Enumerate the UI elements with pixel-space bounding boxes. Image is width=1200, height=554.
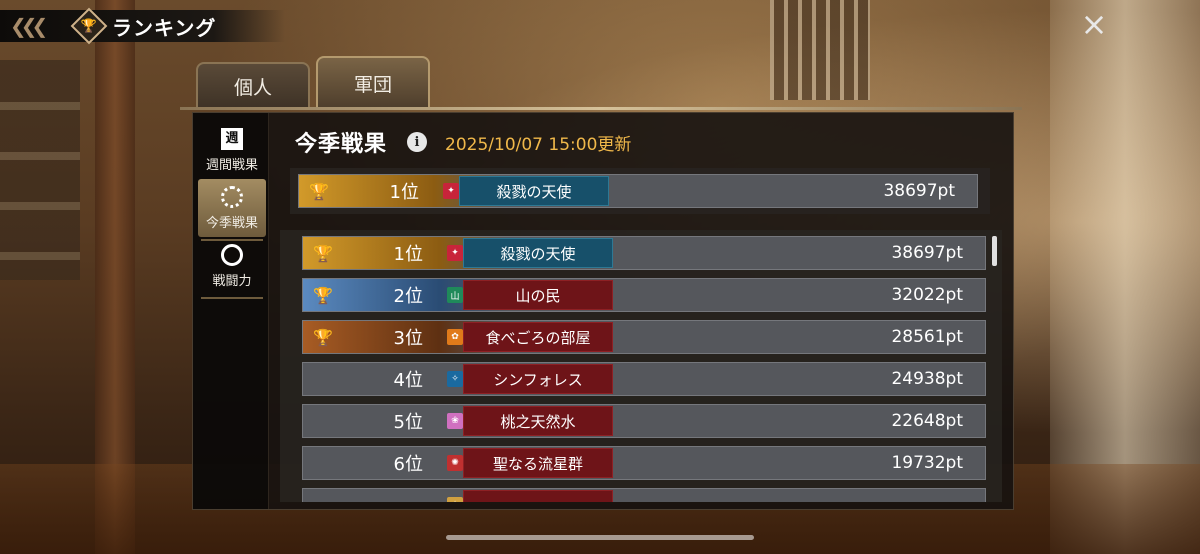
table-row[interactable]: 🏆 2位 山 山の民 32022pt: [302, 278, 986, 312]
score: 19732pt: [891, 453, 963, 473]
update-timestamp: 2025/10/07 15:00更新: [445, 134, 632, 155]
bronze-trophy-icon: 🏆: [313, 327, 333, 347]
table-row[interactable]: 5位 ❀ 桃之天然水 22648pt: [302, 404, 986, 438]
rank-label: 2位: [393, 286, 423, 307]
table-row[interactable]: 4位 ✧ シンフォレス 24938pt: [302, 362, 986, 396]
nav-item-weekly[interactable]: 週 週間戦果: [198, 121, 266, 179]
nav-item-label: 戦闘力: [212, 273, 252, 289]
tab-corps[interactable]: 軍団: [316, 56, 430, 108]
season-header: 今季戦果 i 2025/10/07 15:00更新: [295, 125, 631, 159]
guild-flag-icon: ✦: [443, 183, 459, 199]
guild-flag-icon: ✦: [447, 497, 463, 502]
nav-divider: [201, 297, 263, 299]
my-rank-container: 🏆 1位 ✦ 殺戮の天使 38697pt: [290, 168, 990, 214]
my-rank-row[interactable]: 🏆 1位 ✦ 殺戮の天使 38697pt: [298, 174, 978, 208]
silver-trophy-icon: 🏆: [313, 285, 333, 305]
close-button[interactable]: ×: [1078, 8, 1110, 40]
score: 22648pt: [891, 411, 963, 431]
table-row[interactable]: 🏆 1位 ✦ 殺戮の天使 38697pt: [302, 236, 986, 270]
guild-flag-icon: ✦: [447, 245, 463, 261]
score: 28561pt: [891, 327, 963, 347]
rank-label: 6位: [393, 454, 423, 475]
nav-item-season[interactable]: 今季戦果: [198, 179, 266, 237]
table-row-partial[interactable]: ✦: [302, 488, 986, 502]
guild-flag-icon: ✺: [447, 455, 463, 471]
score: 32022pt: [891, 285, 963, 305]
ring-icon: [221, 243, 243, 266]
gold-trophy-icon: 🏆: [309, 181, 329, 201]
rank-label: 4位: [393, 370, 423, 391]
side-nav: 週 週間戦果 今季戦果 戦闘力: [193, 113, 269, 509]
info-icon[interactable]: i: [407, 132, 428, 152]
table-row[interactable]: 6位 ✺ 聖なる流星群 19732pt: [302, 446, 986, 480]
score: 38697pt: [891, 243, 963, 263]
rank-label: 1位: [393, 244, 423, 265]
nav-item-label: 週間戦果: [205, 157, 258, 173]
tab-individual[interactable]: 個人: [196, 62, 310, 108]
season-title: 今季戦果: [295, 132, 388, 157]
tab-divider: [180, 107, 1022, 110]
guild-flag-icon: 山: [447, 287, 463, 303]
guild-name: 山の民: [463, 280, 613, 310]
guild-name: [463, 490, 613, 502]
nav-item-label: 今季戦果: [205, 215, 258, 231]
score: 24938pt: [891, 369, 963, 389]
trophy-icon: 🏆: [70, 7, 108, 45]
rank-label: 3位: [393, 328, 423, 349]
rank-label: 1位: [389, 182, 419, 203]
dots-circle-icon: [221, 185, 243, 208]
guild-name: 殺戮の天使: [463, 238, 613, 268]
guild-name: 殺戮の天使: [459, 176, 609, 206]
page-title: ランキング: [112, 15, 217, 40]
home-indicator[interactable]: [446, 535, 754, 540]
gold-trophy-icon: 🏆: [313, 243, 333, 263]
guild-flag-icon: ✧: [447, 371, 463, 387]
guild-name: シンフォレス: [463, 364, 613, 394]
guild-name: 聖なる流星群: [463, 448, 613, 478]
week-icon: 週: [221, 127, 243, 150]
guild-flag-icon: ✿: [447, 329, 463, 345]
score: 38697pt: [883, 181, 955, 201]
scrollbar[interactable]: [992, 236, 997, 266]
ranking-list[interactable]: 🏆 1位 ✦ 殺戮の天使 38697pt 🏆 2位 山 山の民 32022pt …: [280, 230, 1002, 502]
table-row[interactable]: 🏆 3位 ✿ 食べごろの部屋 28561pt: [302, 320, 986, 354]
rank-label: 5位: [393, 412, 423, 433]
background-shelf: [0, 60, 80, 280]
nav-item-power[interactable]: 戦闘力: [198, 237, 266, 295]
title-decoration: ❮❮❮: [10, 14, 48, 38]
title-bar: ❮❮❮ 🏆 ランキング: [0, 7, 285, 45]
guild-name: 桃之天然水: [463, 406, 613, 436]
guild-name: 食べごろの部屋: [463, 322, 613, 352]
guild-flag-icon: ❀: [447, 413, 463, 429]
background-window: [770, 0, 870, 100]
